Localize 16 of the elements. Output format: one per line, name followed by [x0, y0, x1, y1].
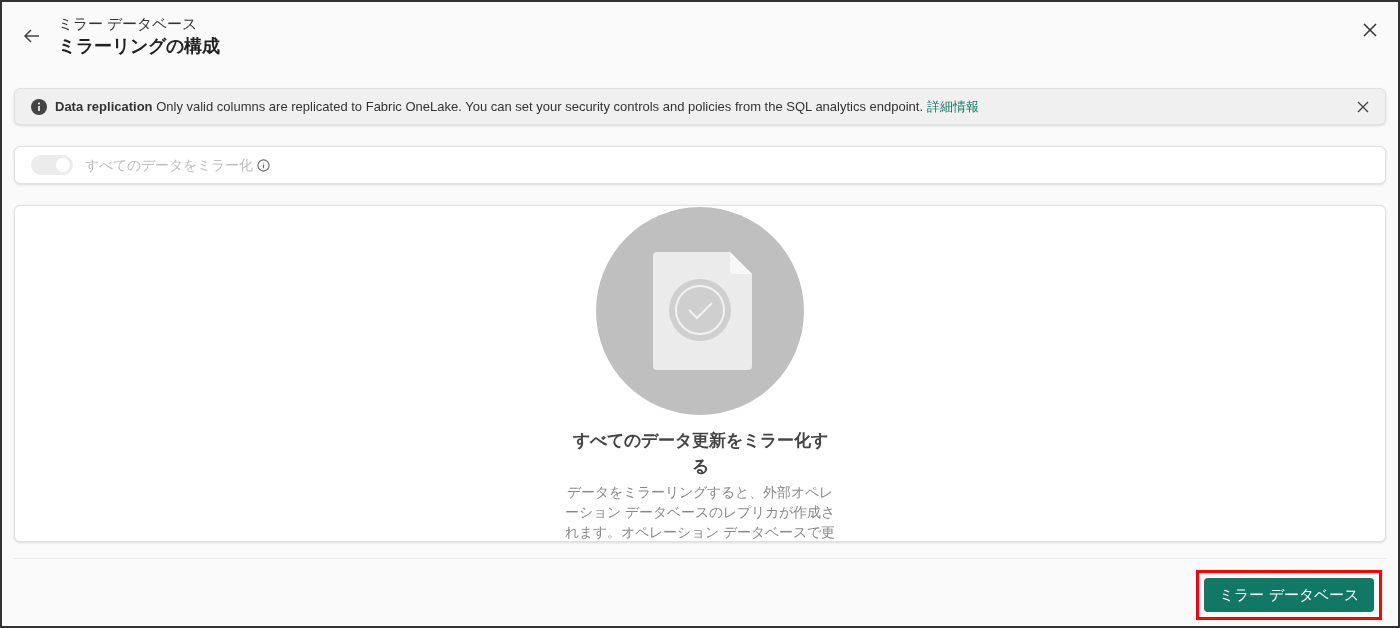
page-subtitle: ミラー データベース: [58, 14, 199, 34]
mirror-database-button[interactable]: ミラー データベース: [1204, 578, 1374, 612]
info-outline-icon: [257, 158, 270, 172]
close-icon: [1362, 22, 1378, 38]
page-title: ミラーリングの構成: [58, 35, 220, 58]
empty-state-description: データをミラーリングすると、外部オペレ: [567, 483, 833, 502]
empty-state-description: ーション データベースのレプリカが作成さ: [565, 503, 835, 522]
close-icon: [1357, 100, 1369, 113]
close-button[interactable]: [1362, 22, 1378, 38]
banner-message: Data replication Only valid columns are replicated to Fabric OneLake. You can set your security controls and policies from the SQL analytics endpoint. 詳細情報: [55, 97, 979, 116]
info-icon: [31, 98, 47, 115]
empty-state-description: れます。オペレーション データベースで更: [565, 523, 835, 541]
learn-more-link[interactable]: 詳細情報: [926, 98, 979, 114]
toggle-label: すべてのデータをミラー化: [85, 155, 253, 175]
dismiss-button[interactable]: [1357, 100, 1369, 113]
empty-state-title: すべてのデータ更新をミラー化する: [571, 430, 829, 478]
